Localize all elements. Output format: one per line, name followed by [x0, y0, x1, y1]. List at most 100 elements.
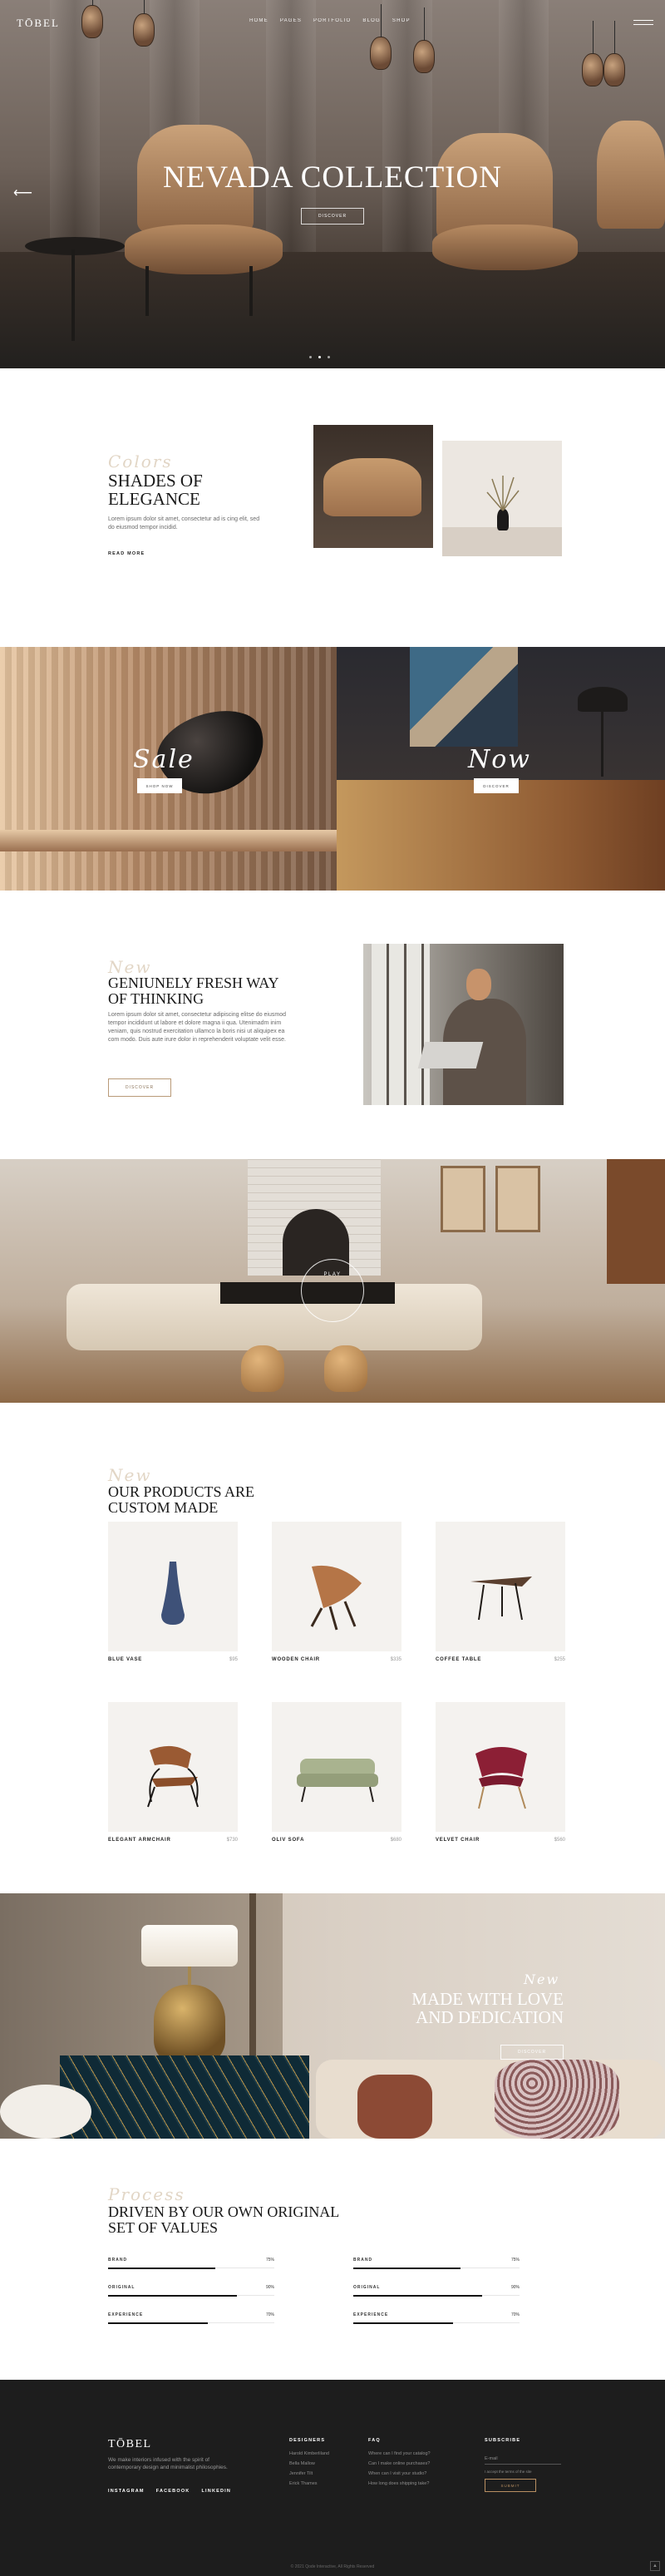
shop-now-button[interactable]: SHOP NOW — [137, 778, 182, 793]
section-body: Lorem ipsum dolor sit amet, consectetur … — [108, 1012, 286, 1043]
copyright: © 2021 Qode Interactive, All Rights Rese… — [290, 2564, 375, 2569]
product-name[interactable]: OLIV SOFA — [272, 1838, 304, 1843]
velvet-chair-icon — [475, 1747, 527, 1809]
product-name[interactable]: BLUE VASE — [108, 1657, 142, 1662]
progress-fill — [353, 2322, 454, 2324]
product-card[interactable] — [108, 1522, 238, 1651]
section-eyebrow: Colors — [108, 452, 173, 471]
product-price: $95 — [229, 1657, 238, 1662]
product-card[interactable] — [436, 1522, 565, 1651]
section-eyebrow: New — [108, 1465, 152, 1485]
designer-link[interactable]: Harold Kimberliland — [289, 2451, 329, 2456]
footer-description: We make interiors infused with the spiri… — [108, 2457, 228, 2470]
instagram-link[interactable]: INSTAGRAM — [108, 2489, 145, 2494]
dedication-discover-button[interactable]: DISCOVER — [500, 2045, 564, 2060]
logo[interactable]: TŌBEL — [17, 17, 60, 30]
product-card[interactable] — [272, 1702, 401, 1832]
read-more-link[interactable]: READ MORE — [108, 551, 145, 556]
nav-item-pages[interactable]: PAGES — [280, 18, 302, 23]
faq-link[interactable]: Can I make online purchases? — [368, 2461, 430, 2466]
progress-label: ORIGINAL — [108, 2285, 135, 2290]
hero-discover-button[interactable]: DISCOVER — [301, 208, 364, 225]
product-name[interactable]: WOODEN CHAIR — [272, 1657, 320, 1662]
product-name[interactable]: COFFEE TABLE — [436, 1657, 481, 1662]
play-icon[interactable] — [301, 1259, 364, 1322]
pendant-lamp — [413, 7, 435, 73]
wall-frame — [495, 1166, 540, 1232]
linkedin-link[interactable]: LINKEDIN — [201, 2489, 231, 2494]
email-input[interactable]: E-mail — [485, 2453, 561, 2465]
designer-link[interactable]: Erick Thames — [289, 2481, 318, 2486]
progress-fill — [108, 2322, 209, 2324]
wall-art — [410, 647, 518, 747]
chair-leg — [145, 266, 149, 316]
progress-percent: 75% — [510, 2258, 520, 2263]
privacy-checkbox[interactable]: I accept the terms of the site — [485, 2470, 532, 2474]
coffee-table-icon — [470, 1577, 532, 1621]
section-title: GENIUNELY FRESH WAY — [108, 975, 279, 991]
lamp-stem — [601, 710, 603, 777]
product-card[interactable] — [108, 1702, 238, 1832]
product-price: $680 — [390, 1838, 401, 1843]
section-body: Lorem ipsum dolor sit amet, consectetur … — [108, 516, 260, 530]
fresh-discover-button[interactable]: DISCOVER — [108, 1078, 171, 1097]
pendant-lamp — [603, 21, 625, 86]
table-leg — [71, 249, 75, 341]
progress-label: EXPERIENCE — [108, 2312, 144, 2317]
nav-item-blog[interactable]: BLOG — [362, 18, 380, 23]
armchair-icon — [147, 1745, 199, 1808]
nav-item-home[interactable]: HOME — [249, 18, 268, 23]
cabinet — [337, 780, 665, 891]
main-nav: HOME PAGES PORTFOLIO BLOG SHOP — [249, 18, 411, 23]
progress-label: ORIGINAL — [353, 2285, 381, 2290]
faq-link[interactable]: How long does shipping take? — [368, 2481, 429, 2486]
play-label[interactable]: PLAY — [301, 1272, 364, 1277]
progress-percent: 90% — [265, 2285, 274, 2290]
sofa-image — [313, 425, 433, 548]
hamburger-icon[interactable] — [633, 20, 653, 25]
sofa — [323, 458, 421, 516]
progress-fill — [353, 2268, 461, 2269]
promo-section: Sale SHOP NOW Now DISCOVER — [0, 647, 665, 891]
faq-link[interactable]: When can I visit your studio? — [368, 2471, 426, 2476]
slider-dot[interactable] — [328, 356, 330, 358]
product-card[interactable] — [272, 1522, 401, 1651]
pot — [324, 1345, 367, 1392]
person-head — [466, 969, 491, 1000]
lamp-shade — [141, 1925, 238, 1967]
subscribe-title: SUBSCRIBE — [485, 2438, 521, 2443]
progress-fill — [108, 2268, 215, 2269]
section-title: SET OF VALUES — [108, 2219, 219, 2236]
products-section: New OUR PRODUCTS ARE CUSTOM MADE BLUE VA… — [0, 1403, 665, 1893]
designer-link[interactable]: Bella Mallow — [289, 2461, 315, 2466]
plant-icon — [486, 476, 520, 511]
faq-title: FAQ — [368, 2438, 381, 2443]
progress-percent: 70% — [265, 2312, 274, 2317]
arrow-up-icon[interactable]: ▲ — [650, 2561, 660, 2571]
lamp-base — [154, 1985, 225, 2064]
curtain — [50, 0, 100, 269]
product-price: $335 — [390, 1657, 401, 1662]
pendant-lamp — [133, 0, 155, 47]
nav-item-shop[interactable]: SHOP — [392, 18, 411, 23]
progress-fill — [108, 2295, 237, 2297]
progress-label: EXPERIENCE — [353, 2312, 389, 2317]
product-name[interactable]: VELVET CHAIR — [436, 1838, 480, 1843]
section-title: OUR PRODUCTS ARE — [108, 1483, 255, 1500]
now-discover-button[interactable]: DISCOVER — [474, 778, 519, 793]
section-title: MADE WITH LOVE — [411, 1989, 564, 2009]
sofa-icon — [297, 1759, 378, 1803]
footer: TŌBEL We make interiors infused with the… — [0, 2380, 665, 2576]
slider-pagination — [309, 356, 330, 358]
product-card[interactable] — [436, 1702, 565, 1832]
facebook-link[interactable]: FACEBOOK — [156, 2489, 190, 2494]
designer-link[interactable]: Jennifer Tilt — [289, 2471, 313, 2476]
slider-dot[interactable] — [309, 356, 312, 358]
nav-item-portfolio[interactable]: PORTFOLIO — [313, 18, 351, 23]
submit-button[interactable]: SUBMIT — [485, 2479, 536, 2492]
product-name[interactable]: ELEGANT ARMCHAIR — [108, 1838, 171, 1843]
faq-link[interactable]: Where can I find your catalog? — [368, 2451, 431, 2456]
slider-dot[interactable] — [318, 356, 321, 358]
sale-word: Sale — [133, 745, 195, 774]
footer-logo[interactable]: TŌBEL — [108, 2438, 152, 2451]
